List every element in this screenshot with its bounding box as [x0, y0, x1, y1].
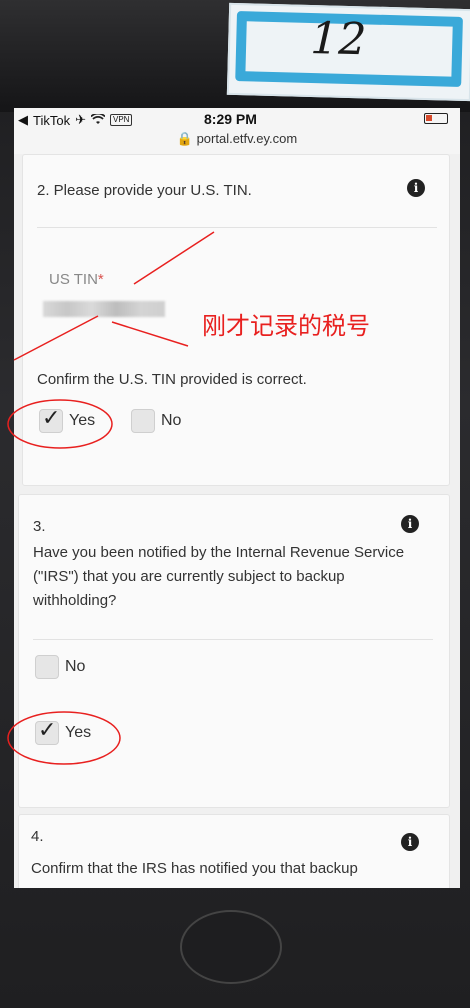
info-icon[interactable]: i: [407, 179, 425, 197]
back-to-app-icon[interactable]: ◀: [18, 112, 28, 128]
sticker-number: 12: [309, 12, 367, 66]
us-tin-value-redacted[interactable]: [43, 301, 165, 317]
option-label: Yes: [65, 724, 92, 741]
url-bar[interactable]: 🔒 portal.etfv.ey.com: [14, 130, 460, 154]
question-3-card: 3. i Have you been notified by the Inter…: [18, 494, 450, 808]
checkbox[interactable]: [131, 409, 155, 433]
divider: [37, 227, 437, 228]
info-icon[interactable]: i: [401, 833, 419, 851]
lock-icon: 🔒: [176, 131, 193, 146]
home-button[interactable]: [180, 910, 282, 984]
confirm-tin-text: Confirm the U.S. TIN provided is correct…: [37, 371, 307, 388]
check-icon[interactable]: [39, 406, 63, 433]
battery-icon: [424, 113, 448, 124]
airplane-icon: ✈: [75, 112, 86, 127]
status-app-name[interactable]: TikTok: [33, 113, 70, 128]
option-label: Yes: [69, 412, 96, 429]
phone-screen: ◀ TikTok ✈ VPN 8:29 PM 🔒 portal.etfv.ey.…: [14, 108, 460, 888]
status-bar: ◀ TikTok ✈ VPN 8:29 PM: [14, 108, 460, 132]
url-text: portal.etfv.ey.com: [196, 131, 298, 146]
status-time: 8:29 PM: [204, 111, 257, 127]
question-4-number: 4.: [31, 828, 44, 845]
question-2-title: 2. Please provide your U.S. TIN.: [37, 182, 252, 199]
divider: [33, 639, 433, 640]
question-4-title: Confirm that the IRS has notified you th…: [31, 860, 358, 877]
option-label: No: [161, 412, 182, 429]
us-tin-label-text: US TIN: [49, 271, 98, 288]
confirm-yes-option[interactable]: Yes: [39, 406, 96, 433]
checkbox[interactable]: [35, 655, 59, 679]
question-3-title: Have you been notified by the Internal R…: [33, 544, 405, 609]
handwritten-annotation: 刚才记录的税号: [202, 312, 370, 340]
phone-frame: 12 ◀ TikTok ✈ VPN 8:29 PM 🔒 portal.etfv.…: [0, 0, 470, 1008]
option-label: No: [65, 658, 86, 675]
vpn-badge: VPN: [109, 114, 133, 126]
withholding-no-option[interactable]: No: [35, 655, 85, 679]
handwritten-sticker: 12: [226, 2, 470, 102]
check-icon[interactable]: [35, 718, 59, 745]
info-icon[interactable]: i: [401, 515, 419, 533]
withholding-yes-option[interactable]: Yes: [35, 718, 92, 745]
us-tin-label: US TIN*: [49, 271, 104, 288]
confirm-no-option[interactable]: No: [131, 409, 181, 433]
required-mark: *: [97, 271, 104, 288]
question-3-number: 3.: [33, 518, 46, 535]
wifi-icon: [90, 112, 106, 128]
question-4-card: 4. i Confirm that the IRS has notified y…: [18, 814, 450, 888]
